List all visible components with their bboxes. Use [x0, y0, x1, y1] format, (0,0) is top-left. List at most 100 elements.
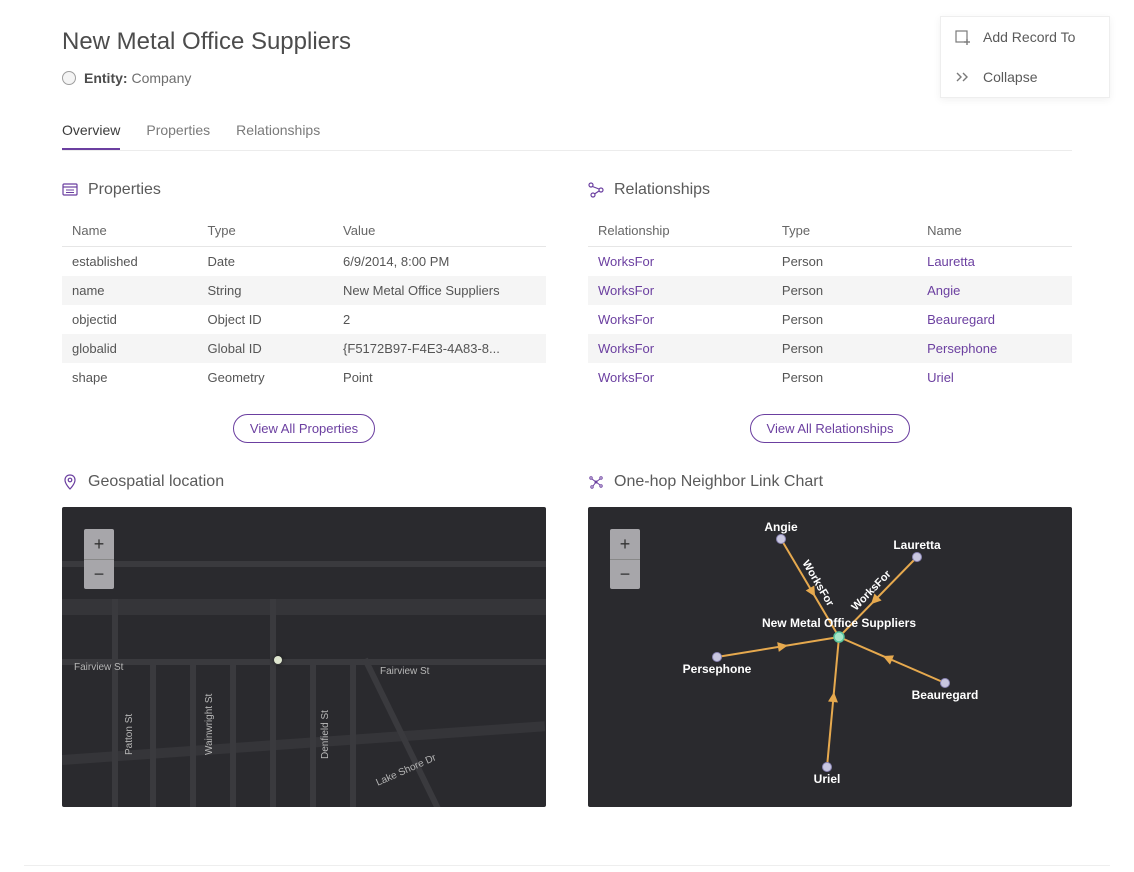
- prop-type: Object ID: [198, 305, 334, 334]
- rel-relationship[interactable]: WorksFor: [588, 276, 772, 305]
- rel-relationship[interactable]: WorksFor: [588, 363, 772, 392]
- rel-type: Person: [772, 334, 917, 363]
- tab-properties[interactable]: Properties: [146, 122, 210, 150]
- zoom-out-button[interactable]: −: [84, 559, 114, 589]
- properties-heading: Properties: [62, 181, 546, 199]
- prop-type: Date: [198, 247, 334, 277]
- linkchart-title: One-hop Neighbor Link Chart: [614, 473, 823, 491]
- entity-label: Entity:: [84, 70, 128, 86]
- map-zoom-control: + −: [84, 529, 114, 589]
- page-title: New Metal Office Suppliers: [62, 28, 1072, 56]
- properties-col-value: Value: [333, 215, 546, 247]
- table-row[interactable]: WorksForPersonPersephone: [588, 334, 1072, 363]
- window-icon: [62, 182, 78, 198]
- prop-name: globalid: [62, 334, 198, 363]
- entity-indicator: Entity: Company: [62, 70, 1072, 86]
- collapse-label: Collapse: [983, 69, 1037, 85]
- prop-type: Geometry: [198, 363, 334, 392]
- add-record-to-menu-item[interactable]: Add Record To: [941, 17, 1109, 57]
- properties-col-type: Type: [198, 215, 334, 247]
- table-row[interactable]: WorksForPersonBeauregard: [588, 305, 1072, 334]
- tab-overview[interactable]: Overview: [62, 122, 120, 150]
- add-record-icon: [955, 29, 971, 45]
- prop-value: 6/9/2014, 8:00 PM: [333, 247, 546, 277]
- table-row[interactable]: WorksForPersonUriel: [588, 363, 1072, 392]
- graph-zoom-out-button[interactable]: −: [610, 559, 640, 589]
- prop-value: {F5172B97-F4E3-4A83-8...: [333, 334, 546, 363]
- rel-name[interactable]: Lauretta: [917, 247, 1072, 277]
- graph-node[interactable]: [777, 535, 786, 544]
- entity-value: Company: [131, 70, 191, 86]
- table-row[interactable]: objectidObject ID2: [62, 305, 546, 334]
- prop-value: Point: [333, 363, 546, 392]
- entity-dot-icon: [62, 71, 76, 85]
- view-all-properties-button[interactable]: View All Properties: [233, 414, 375, 443]
- prop-name: established: [62, 247, 198, 277]
- prop-name: shape: [62, 363, 198, 392]
- graph-node[interactable]: [823, 763, 832, 772]
- table-row[interactable]: WorksForPersonAngie: [588, 276, 1072, 305]
- tab-relationships[interactable]: Relationships: [236, 122, 320, 150]
- rel-type: Person: [772, 305, 917, 334]
- relationships-title: Relationships: [614, 181, 710, 199]
- footer-divider: [24, 865, 1110, 866]
- road-label: Fairview St: [380, 666, 429, 677]
- rel-name[interactable]: Uriel: [917, 363, 1072, 392]
- add-record-to-label: Add Record To: [983, 29, 1075, 45]
- graph-node[interactable]: [941, 679, 950, 688]
- rel-col-relationship: Relationship: [588, 215, 772, 247]
- graph-zoom-in-button[interactable]: +: [610, 529, 640, 559]
- properties-table: Name Type Value establishedDate6/9/2014,…: [62, 215, 546, 392]
- edge-label: WorksFor: [849, 568, 894, 614]
- view-all-relationships-button[interactable]: View All Relationships: [750, 414, 911, 443]
- tabs: Overview Properties Relationships: [62, 122, 1072, 151]
- map-marker: [274, 656, 282, 664]
- center-node-label: New Metal Office Suppliers: [762, 616, 916, 630]
- road-label: Denfield St: [320, 710, 331, 759]
- graph-node[interactable]: [913, 553, 922, 562]
- relationships-heading: Relationships: [588, 181, 1072, 199]
- prop-name: name: [62, 276, 198, 305]
- road-label: Patton St: [124, 714, 135, 755]
- linkchart-heading: One-hop Neighbor Link Chart: [588, 473, 1072, 491]
- center-node[interactable]: [834, 632, 844, 642]
- graph-node-label: Beauregard: [912, 688, 979, 702]
- properties-col-name: Name: [62, 215, 198, 247]
- relationships-table: Relationship Type Name WorksForPersonLau…: [588, 215, 1072, 392]
- rel-col-type: Type: [772, 215, 917, 247]
- road-label: Wainwright St: [204, 694, 215, 755]
- table-row[interactable]: globalidGlobal ID{F5172B97-F4E3-4A83-8..…: [62, 334, 546, 363]
- graph-node[interactable]: [713, 653, 722, 662]
- prop-value: 2: [333, 305, 546, 334]
- actions-dropdown: Add Record To Collapse: [940, 16, 1110, 98]
- zoom-in-button[interactable]: +: [84, 529, 114, 559]
- prop-value: New Metal Office Suppliers: [333, 276, 546, 305]
- collapse-menu-item[interactable]: Collapse: [941, 57, 1109, 97]
- prop-name: objectid: [62, 305, 198, 334]
- table-row[interactable]: shapeGeometryPoint: [62, 363, 546, 392]
- rel-name[interactable]: Beauregard: [917, 305, 1072, 334]
- table-row[interactable]: WorksForPersonLauretta: [588, 247, 1072, 277]
- relationship-icon: [588, 182, 604, 198]
- rel-name[interactable]: Persephone: [917, 334, 1072, 363]
- graph-panel[interactable]: WorksForWorksForNew Metal Office Supplie…: [588, 507, 1072, 807]
- table-row[interactable]: establishedDate6/9/2014, 8:00 PM: [62, 247, 546, 277]
- rel-type: Person: [772, 276, 917, 305]
- rel-col-name: Name: [917, 215, 1072, 247]
- rel-type: Person: [772, 363, 917, 392]
- map-panel[interactable]: Fairview StFairview StPatton StWainwrigh…: [62, 507, 546, 807]
- rel-relationship[interactable]: WorksFor: [588, 305, 772, 334]
- graph-node-label: Lauretta: [893, 538, 941, 552]
- rel-type: Person: [772, 247, 917, 277]
- rel-relationship[interactable]: WorksFor: [588, 334, 772, 363]
- geospatial-title: Geospatial location: [88, 473, 224, 491]
- table-row[interactable]: nameStringNew Metal Office Suppliers: [62, 276, 546, 305]
- graph-node-label: Persephone: [683, 662, 752, 676]
- graph-node-label: Angie: [764, 520, 798, 534]
- geospatial-heading: Geospatial location: [62, 473, 546, 491]
- properties-title: Properties: [88, 181, 161, 199]
- rel-relationship[interactable]: WorksFor: [588, 247, 772, 277]
- prop-type: String: [198, 276, 334, 305]
- prop-type: Global ID: [198, 334, 334, 363]
- rel-name[interactable]: Angie: [917, 276, 1072, 305]
